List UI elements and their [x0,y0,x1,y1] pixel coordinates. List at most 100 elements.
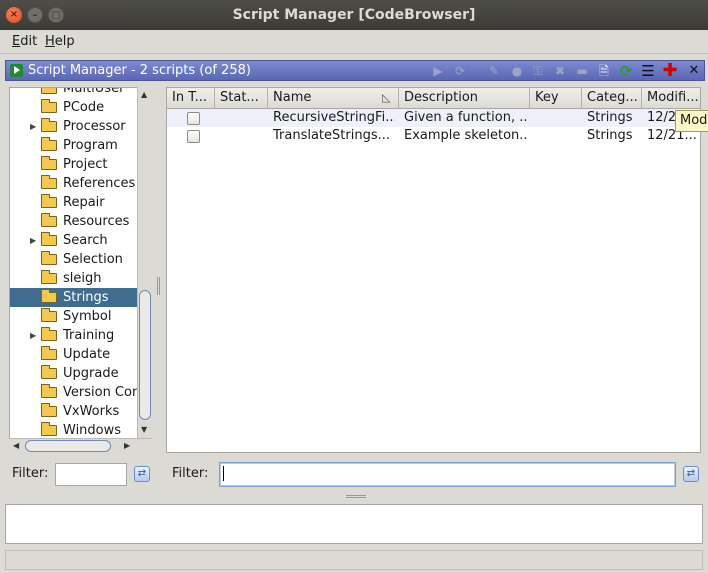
menu-help[interactable]: Help [45,34,75,49]
table-row[interactable]: TranslateStrings... Example skeleton... … [167,127,700,145]
tree-item-label: Strings [63,290,109,305]
tree-item-resources[interactable]: Resources [10,212,138,231]
tree-item-program[interactable]: Program [10,136,138,155]
menu-edit[interactable]: Edit [12,34,37,49]
tree-item-label: VxWorks [63,404,120,419]
tree-item-upgrade[interactable]: Upgrade [10,364,138,383]
panel-title: Script Manager - 2 scripts (of 258) [28,63,251,78]
script-directories-icon[interactable]: ☰ [640,63,656,79]
tree-item-vxworks[interactable]: VxWorks [10,402,138,421]
folder-icon [41,99,57,113]
scroll-right-arrow-icon[interactable]: ▶ [124,441,130,450]
column-header-in-tool[interactable]: In T... [167,88,215,108]
script-table[interactable]: In T... Stat... Name ◺ Description Key Ca… [166,87,701,453]
column-header-key[interactable]: Key [530,88,582,108]
text-caret [223,466,224,481]
tree-item-label: Upgrade [63,366,119,381]
column-tooltip: Modi [675,110,708,132]
table-filter-label: Filter: [172,466,209,481]
table-filter-input[interactable] [219,462,676,487]
table-row[interactable]: RecursiveStringFi... Given a function, .… [167,109,700,127]
in-tool-checkbox[interactable] [187,112,200,125]
tree-horizontal-scroll-thumb[interactable] [25,440,111,452]
help-icon[interactable]: ✚ [662,62,678,80]
tree-item-update[interactable]: Update [10,345,138,364]
window-title: Script Manager [CodeBrowser] [232,7,476,23]
script-category: Strings [587,128,633,143]
tree-item-symbol[interactable]: Symbol [10,307,138,326]
tree-item-label: Project [63,157,108,172]
tree-item-label: Search [63,233,108,248]
folder-icon [41,289,57,303]
tree-item-label: Version Con [63,385,141,400]
expand-arrow-icon[interactable]: ▶ [30,231,36,250]
refresh-icon[interactable]: ⟳ [618,63,634,79]
tree-item-processor[interactable]: ▶ Processor [10,117,138,136]
tree-item-label: Selection [63,252,123,267]
tree-item-strings[interactable]: Strings [10,288,138,307]
folder-icon [41,118,57,132]
script-manager-header: Script Manager - 2 scripts (of 258) ▶ ⟳ … [5,60,705,81]
tree-item-project[interactable]: Project [10,155,138,174]
window-close-button[interactable]: × [6,7,22,23]
column-header-modified[interactable]: Modifi... [642,88,700,108]
tree-filter-input[interactable] [55,463,127,486]
tree-item-search[interactable]: ▶ Search [10,231,138,250]
horizontal-split-divider[interactable] [5,492,705,501]
folder-icon [41,422,57,436]
column-header-description[interactable]: Description [399,88,530,108]
run-last-script-icon[interactable]: ⟳ [452,63,468,79]
tree-item-label: Program [63,138,118,153]
script-category: Strings [587,110,633,125]
in-tool-checkbox[interactable] [187,130,200,143]
column-header-status[interactable]: Stat... [215,88,268,108]
tree-item-sleigh[interactable]: sleigh [10,269,138,288]
tree-vertical-scrollbar[interactable]: ▲ ▼ [137,87,152,439]
tree-filter-options-icon[interactable]: ⇄ [134,466,150,482]
folder-icon [41,137,57,151]
scroll-up-arrow-icon[interactable]: ▲ [141,90,147,99]
tree-item-references[interactable]: References [10,174,138,193]
expand-arrow-icon[interactable]: ▶ [30,326,36,345]
window-titlebar[interactable]: Script Manager [CodeBrowser] [0,0,708,30]
vertical-split-divider[interactable] [155,87,163,453]
tree-item-label: Windows [63,423,122,438]
tree-item-label: Resources [63,214,130,229]
table-filter-options-icon[interactable]: ⇄ [683,466,699,482]
edit-script-icon[interactable]: ✎ [486,63,502,79]
delete-script-icon[interactable]: ✖ [552,63,568,79]
new-script-icon[interactable]: 🗎 [596,63,612,79]
menu-help-mnemonic: H [45,34,55,49]
column-name-label: Name [273,90,312,105]
tree-item-training[interactable]: ▶ Training [10,326,138,345]
folder-icon [41,175,57,189]
window-minimize-button[interactable]: – [27,7,43,23]
column-header-name[interactable]: Name ◺ [268,88,399,108]
tree-item-multiuser[interactable]: MultiUser [10,88,138,98]
scroll-down-arrow-icon[interactable]: ▼ [141,425,147,434]
split-grip [157,277,160,295]
key-binding-icon[interactable]: ⚿ [530,63,546,79]
tree-item-version-control[interactable]: Version Con [10,383,141,402]
tree-item-label: Training [63,328,115,343]
run-script-icon[interactable]: ▶ [430,63,446,79]
column-header-category[interactable]: Categ... [582,88,642,108]
tree-item-repair[interactable]: Repair [10,193,138,212]
edit-eclipse-icon[interactable]: ● [509,63,525,79]
expand-arrow-icon[interactable]: ▶ [30,117,36,136]
menubar: Edit Help [0,30,708,54]
rename-script-icon[interactable]: ▬ [574,63,590,79]
close-panel-icon[interactable]: ✕ [686,63,702,79]
tree-item-selection[interactable]: Selection [10,250,138,269]
folder-icon [41,213,57,227]
window-maximize-button[interactable]: □ [48,7,64,23]
script-description: Given a function, ... [404,110,528,125]
tree-horizontal-scrollbar[interactable]: ◀ ▶ [9,438,152,453]
category-tree[interactable]: MultiUser PCode ▶ Processor Program Proje… [9,87,152,439]
tree-item-windows[interactable]: Windows [10,421,138,438]
tree-vertical-scroll-thumb[interactable] [139,290,151,420]
tree-item-label: References [63,176,136,191]
scroll-left-arrow-icon[interactable]: ◀ [13,441,19,450]
tree-item-pcode[interactable]: PCode [10,98,138,117]
sort-icon: ◺ [382,91,391,104]
